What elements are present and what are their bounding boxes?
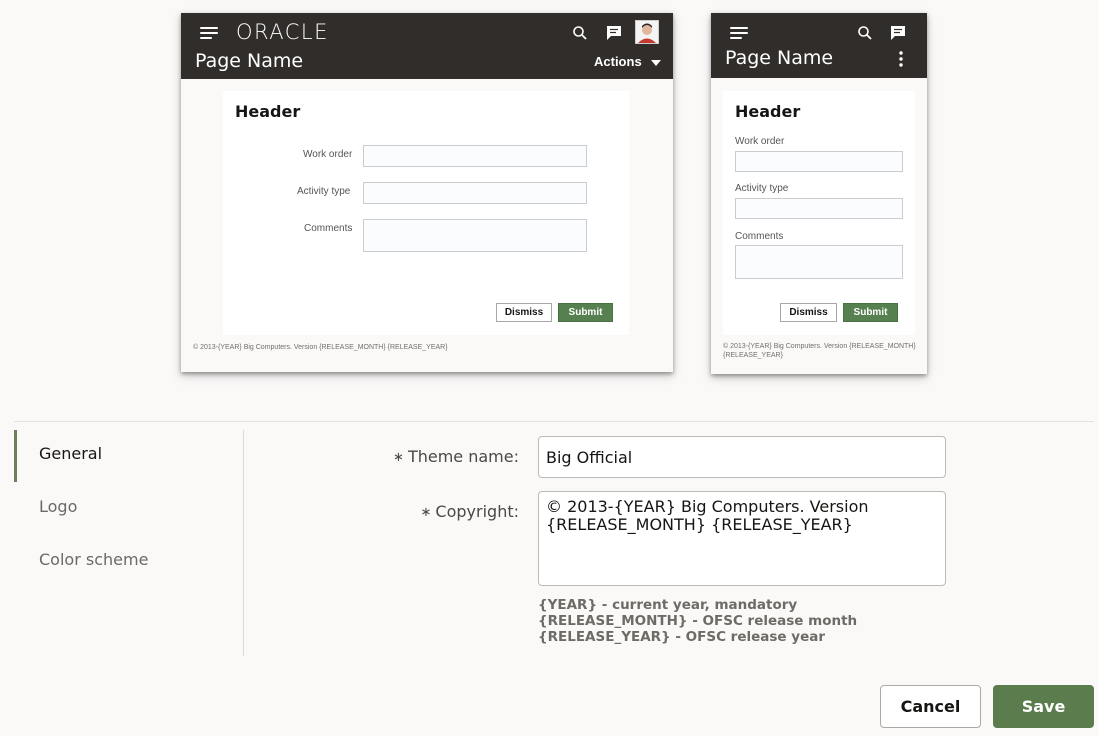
more-vertical-icon bbox=[899, 51, 903, 67]
copyright-help: {YEAR} - current year, mandatory {RELEAS… bbox=[538, 597, 857, 645]
help-line: {RELEASE_MONTH} - OFSC release month bbox=[538, 613, 858, 629]
activity-type-input bbox=[363, 182, 587, 204]
avatar bbox=[635, 20, 659, 44]
preview-desktop-card: ORACLE Page Name Actions Header Work ord… bbox=[181, 13, 673, 372]
help-line: {YEAR} - current year, mandatory bbox=[538, 597, 798, 613]
section-divider bbox=[14, 421, 1094, 422]
actions-menu: Actions bbox=[594, 54, 662, 69]
nav-item-logo[interactable]: Logo bbox=[14, 482, 243, 532]
field-label: Work order bbox=[735, 136, 785, 147]
theme-name-label: ∗ Theme name: bbox=[393, 447, 519, 466]
dismiss-button: Dismiss bbox=[496, 303, 552, 322]
submit-button: Submit bbox=[843, 303, 898, 322]
menu-icon bbox=[200, 27, 218, 39]
nav-item-general[interactable]: General bbox=[14, 430, 243, 482]
work-order-input bbox=[735, 151, 903, 172]
field-label: Comments bbox=[735, 231, 784, 242]
actions-label: Actions bbox=[594, 54, 642, 69]
preview-mobile-header: Page Name bbox=[711, 13, 927, 78]
theme-name-input[interactable] bbox=[538, 436, 946, 478]
menu-icon bbox=[730, 27, 748, 39]
field-label: Work order bbox=[303, 149, 353, 160]
required-marker: ∗ bbox=[420, 505, 432, 520]
preview-desktop-panel: Header Work order Activity type Comments… bbox=[223, 91, 629, 335]
panel-title: Header bbox=[735, 102, 801, 121]
page-name: Page Name bbox=[195, 50, 304, 72]
preview-footer: © 2013-{YEAR} Big Computers. Version {RE… bbox=[723, 343, 916, 359]
dismiss-button: Dismiss bbox=[780, 303, 837, 322]
chat-icon bbox=[607, 26, 621, 40]
comments-input bbox=[735, 245, 903, 279]
preview-desktop-header: ORACLE Page Name Actions bbox=[181, 13, 673, 79]
copyright-label-text: Copyright: bbox=[435, 502, 519, 521]
nav-item-color-scheme[interactable]: Color scheme bbox=[14, 535, 243, 585]
preview-mobile-panel: Header Work order Activity type Comments… bbox=[723, 91, 915, 335]
search-icon bbox=[573, 26, 587, 40]
nav-divider bbox=[243, 430, 244, 656]
panel-title: Header bbox=[235, 102, 301, 121]
activity-type-input bbox=[735, 198, 903, 219]
copyright-label: ∗ Copyright: bbox=[421, 502, 519, 521]
copyright-textarea[interactable]: © 2013-{YEAR} Big Computers. Version {RE… bbox=[538, 491, 946, 586]
submit-button: Submit bbox=[558, 303, 613, 322]
chat-icon bbox=[891, 26, 905, 40]
preview-footer: © 2013-{YEAR} Big Computers. Version {RE… bbox=[193, 344, 448, 351]
work-order-input bbox=[363, 145, 587, 167]
preview-mobile-card: Page Name Header Work order Activity typ… bbox=[711, 13, 927, 374]
field-label: Comments bbox=[304, 223, 353, 234]
caret-down-icon bbox=[651, 59, 662, 66]
required-marker: ∗ bbox=[393, 450, 404, 465]
save-button[interactable]: Save bbox=[993, 685, 1094, 728]
help-line: {RELEASE_YEAR} - OFSC release year bbox=[538, 629, 826, 645]
comments-input bbox=[363, 219, 587, 252]
cancel-button[interactable]: Cancel bbox=[880, 685, 981, 728]
search-icon bbox=[858, 26, 872, 40]
field-label: Activity type bbox=[735, 183, 789, 194]
field-label: Activity type bbox=[297, 186, 351, 197]
page-name: Page Name bbox=[725, 47, 834, 69]
theme-name-label-text: Theme name: bbox=[407, 447, 519, 466]
oracle-logo: ORACLE bbox=[236, 20, 329, 44]
